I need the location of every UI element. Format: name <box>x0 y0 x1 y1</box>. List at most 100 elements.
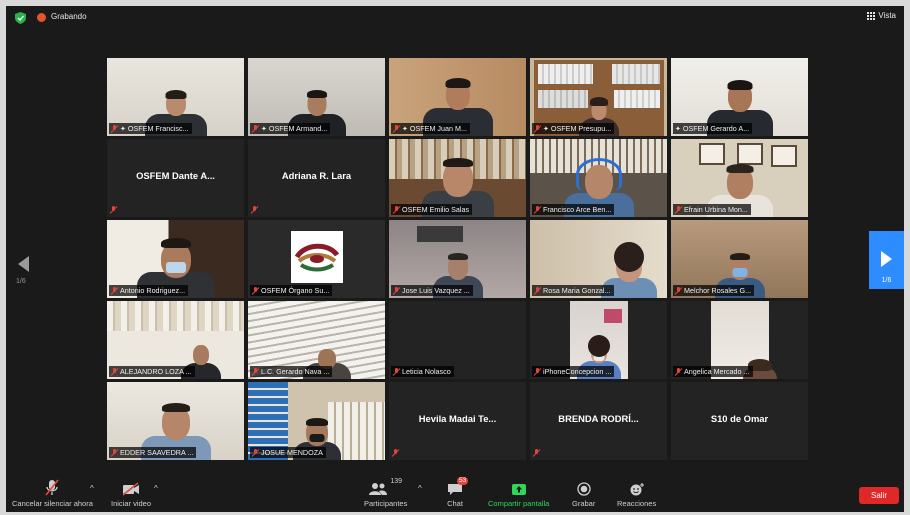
participant-name: OSFEM Armand... <box>268 124 328 133</box>
participant-name-tag: Angelica Mercado ... <box>673 366 753 377</box>
video-options-chevron-icon[interactable]: ^ <box>154 484 158 493</box>
start-video-button[interactable]: Iniciar video <box>111 478 151 508</box>
video-tile[interactable]: L.C. Gerardo Nava ... <box>248 301 385 379</box>
participant-name: BRENDA RODRÍ... <box>558 413 639 424</box>
participant-name: OSFEM Órgano Su... <box>261 286 330 295</box>
muted-mic-icon <box>111 367 118 376</box>
video-tile[interactable]: JOSUE MENDOZA <box>248 382 385 460</box>
participant-name-tag: JOSUE MENDOZA <box>250 447 326 458</box>
video-tile[interactable]: Angelica Mercado ... <box>671 301 808 379</box>
next-page-button[interactable]: 1/6 <box>869 231 904 289</box>
muted-mic-icon <box>533 449 540 457</box>
video-tile-active-speaker[interactable]: ✦ OSFEM Gerardo A... <box>671 58 808 136</box>
reactions-label: Reacciones <box>617 499 657 508</box>
participant-name-tag: OSFEM Órgano Su... <box>250 285 333 296</box>
pin-icon: ✦ <box>402 125 408 133</box>
participant-name: iPhoneConcepcion ... <box>543 367 612 376</box>
participant-name-tag: Leticia Nolasco <box>391 366 454 377</box>
video-tile[interactable]: Antonio Rodriguez... <box>107 220 244 298</box>
participant-name-tag: Melchor Rosales G... <box>673 285 755 296</box>
participant-name: Francisco Arce Ben... <box>543 205 612 214</box>
participant-name-tag: ✦ OSFEM Presupu... <box>532 123 615 134</box>
participant-name-tag: OSFEM Emilio Salas <box>391 204 473 215</box>
organization-logo <box>291 231 343 283</box>
muted-mic-icon <box>534 124 541 133</box>
record-label: Grabar <box>572 499 596 508</box>
participant-name: OSFEM Emilio Salas <box>402 205 470 214</box>
share-screen-icon <box>511 478 527 496</box>
muted-mic-icon <box>111 124 118 133</box>
recording-label: Grabando <box>51 12 87 21</box>
participant-name-tag: ALEJANDRO LOZA ... <box>109 366 195 377</box>
reactions-button[interactable]: Reacciones <box>617 478 656 508</box>
video-tile[interactable]: OSFEM Órgano Su... <box>248 220 385 298</box>
leave-meeting-button[interactable]: Salir <box>859 487 899 504</box>
participant-name-tag: ✦ OSFEM Armand... <box>250 123 331 134</box>
participant-name: Jose Luis Vazquez ... <box>402 286 470 295</box>
unmute-button[interactable]: Cancelar silenciar ahora <box>12 478 93 508</box>
participant-name: EDDER SAAVEDRA ... <box>120 448 194 457</box>
participant-name: L.C. Gerardo Nava ... <box>261 367 330 376</box>
video-tile[interactable]: ✦ OSFEM Armand... <box>248 58 385 136</box>
pin-icon: ✦ <box>675 125 681 133</box>
chat-icon: 53 <box>447 477 469 496</box>
participant-name: OSFEM Dante A... <box>136 170 215 181</box>
participants-button[interactable]: 139 Participantes <box>364 478 407 508</box>
chat-button[interactable]: 53 Chat <box>447 477 469 508</box>
view-button-label: Vista <box>878 11 896 20</box>
chat-label: Chat <box>447 499 463 508</box>
video-tile[interactable]: Leticia Nolasco <box>389 301 526 379</box>
participants-options-chevron-icon[interactable]: ^ <box>418 484 422 493</box>
video-tile[interactable]: Hevila Madai Te... <box>389 382 526 460</box>
chevron-left-icon <box>18 256 29 272</box>
participant-name: Angelica Mercado ... <box>684 367 750 376</box>
muted-mic-icon <box>252 286 259 295</box>
video-tile[interactable]: Efrain Urbina Mon... <box>671 139 808 217</box>
previous-page-label: 1/6 <box>16 278 26 285</box>
unmute-label: Cancelar silenciar ahora <box>12 499 93 508</box>
participant-name-tag: Francisco Arce Ben... <box>532 204 615 215</box>
video-tile[interactable]: iPhoneConcepcion ... <box>530 301 667 379</box>
record-button[interactable]: Grabar <box>572 478 595 508</box>
participant-name-tag: ✦ OSFEM Juan M... <box>391 123 470 134</box>
participant-name: OSFEM Presupu... <box>550 124 612 133</box>
video-tile[interactable]: ALEJANDRO LOZA ... <box>107 301 244 379</box>
muted-mic-icon <box>252 124 259 133</box>
video-tile[interactable]: EDDER SAAVEDRA ... <box>107 382 244 460</box>
video-tile[interactable]: ✦ OSFEM Francisc... <box>107 58 244 136</box>
pin-icon: ✦ <box>543 125 549 133</box>
start-video-label: Iniciar video <box>111 499 152 508</box>
muted-mic-icon <box>251 206 258 214</box>
security-shield-icon[interactable] <box>15 12 26 24</box>
participant-name: Adriana R. Lara <box>281 170 352 181</box>
muted-mic-icon <box>675 286 682 295</box>
share-screen-button[interactable]: Compartir pantalla <box>488 478 549 508</box>
participant-name: JOSUE MENDOZA <box>261 448 323 457</box>
video-tile[interactable]: ✦ OSFEM Presupu... <box>530 58 667 136</box>
participant-name: S10 de Omar <box>710 413 769 424</box>
pin-icon: ✦ <box>261 125 267 133</box>
reactions-smiley-icon <box>629 478 645 496</box>
participants-icon: 139 <box>369 478 402 496</box>
video-tile[interactable]: Jose Luis Vazquez ... <box>389 220 526 298</box>
participant-name-tag: EDDER SAAVEDRA ... <box>109 447 197 458</box>
next-page-label: 1/6 <box>881 277 892 284</box>
muted-mic-icon <box>675 205 682 214</box>
participant-name-tag: Efrain Urbina Mon... <box>673 204 751 215</box>
pin-icon: ✦ <box>120 125 126 133</box>
participant-name-tag: iPhoneConcepcion ... <box>532 366 615 377</box>
video-tile[interactable]: Melchor Rosales G... <box>671 220 808 298</box>
video-tile[interactable]: S10 de Omar <box>671 382 808 460</box>
record-icon <box>577 478 591 496</box>
video-tile[interactable]: BRENDA RODRÍ... <box>530 382 667 460</box>
video-tile[interactable]: OSFEM Emilio Salas <box>389 139 526 217</box>
view-button[interactable]: Vista <box>867 11 896 20</box>
video-tile[interactable]: Francisco Arce Ben... <box>530 139 667 217</box>
video-tile[interactable]: Adriana R. Lara <box>248 139 385 217</box>
video-tile[interactable]: Rosa Maria Gonzal... <box>530 220 667 298</box>
audio-options-chevron-icon[interactable]: ^ <box>90 484 94 493</box>
video-tile[interactable]: OSFEM Dante A... <box>107 139 244 217</box>
muted-mic-icon <box>392 449 399 457</box>
video-tile[interactable]: ✦ OSFEM Juan M... <box>389 58 526 136</box>
previous-page-button[interactable]: 1/6 <box>16 256 29 285</box>
